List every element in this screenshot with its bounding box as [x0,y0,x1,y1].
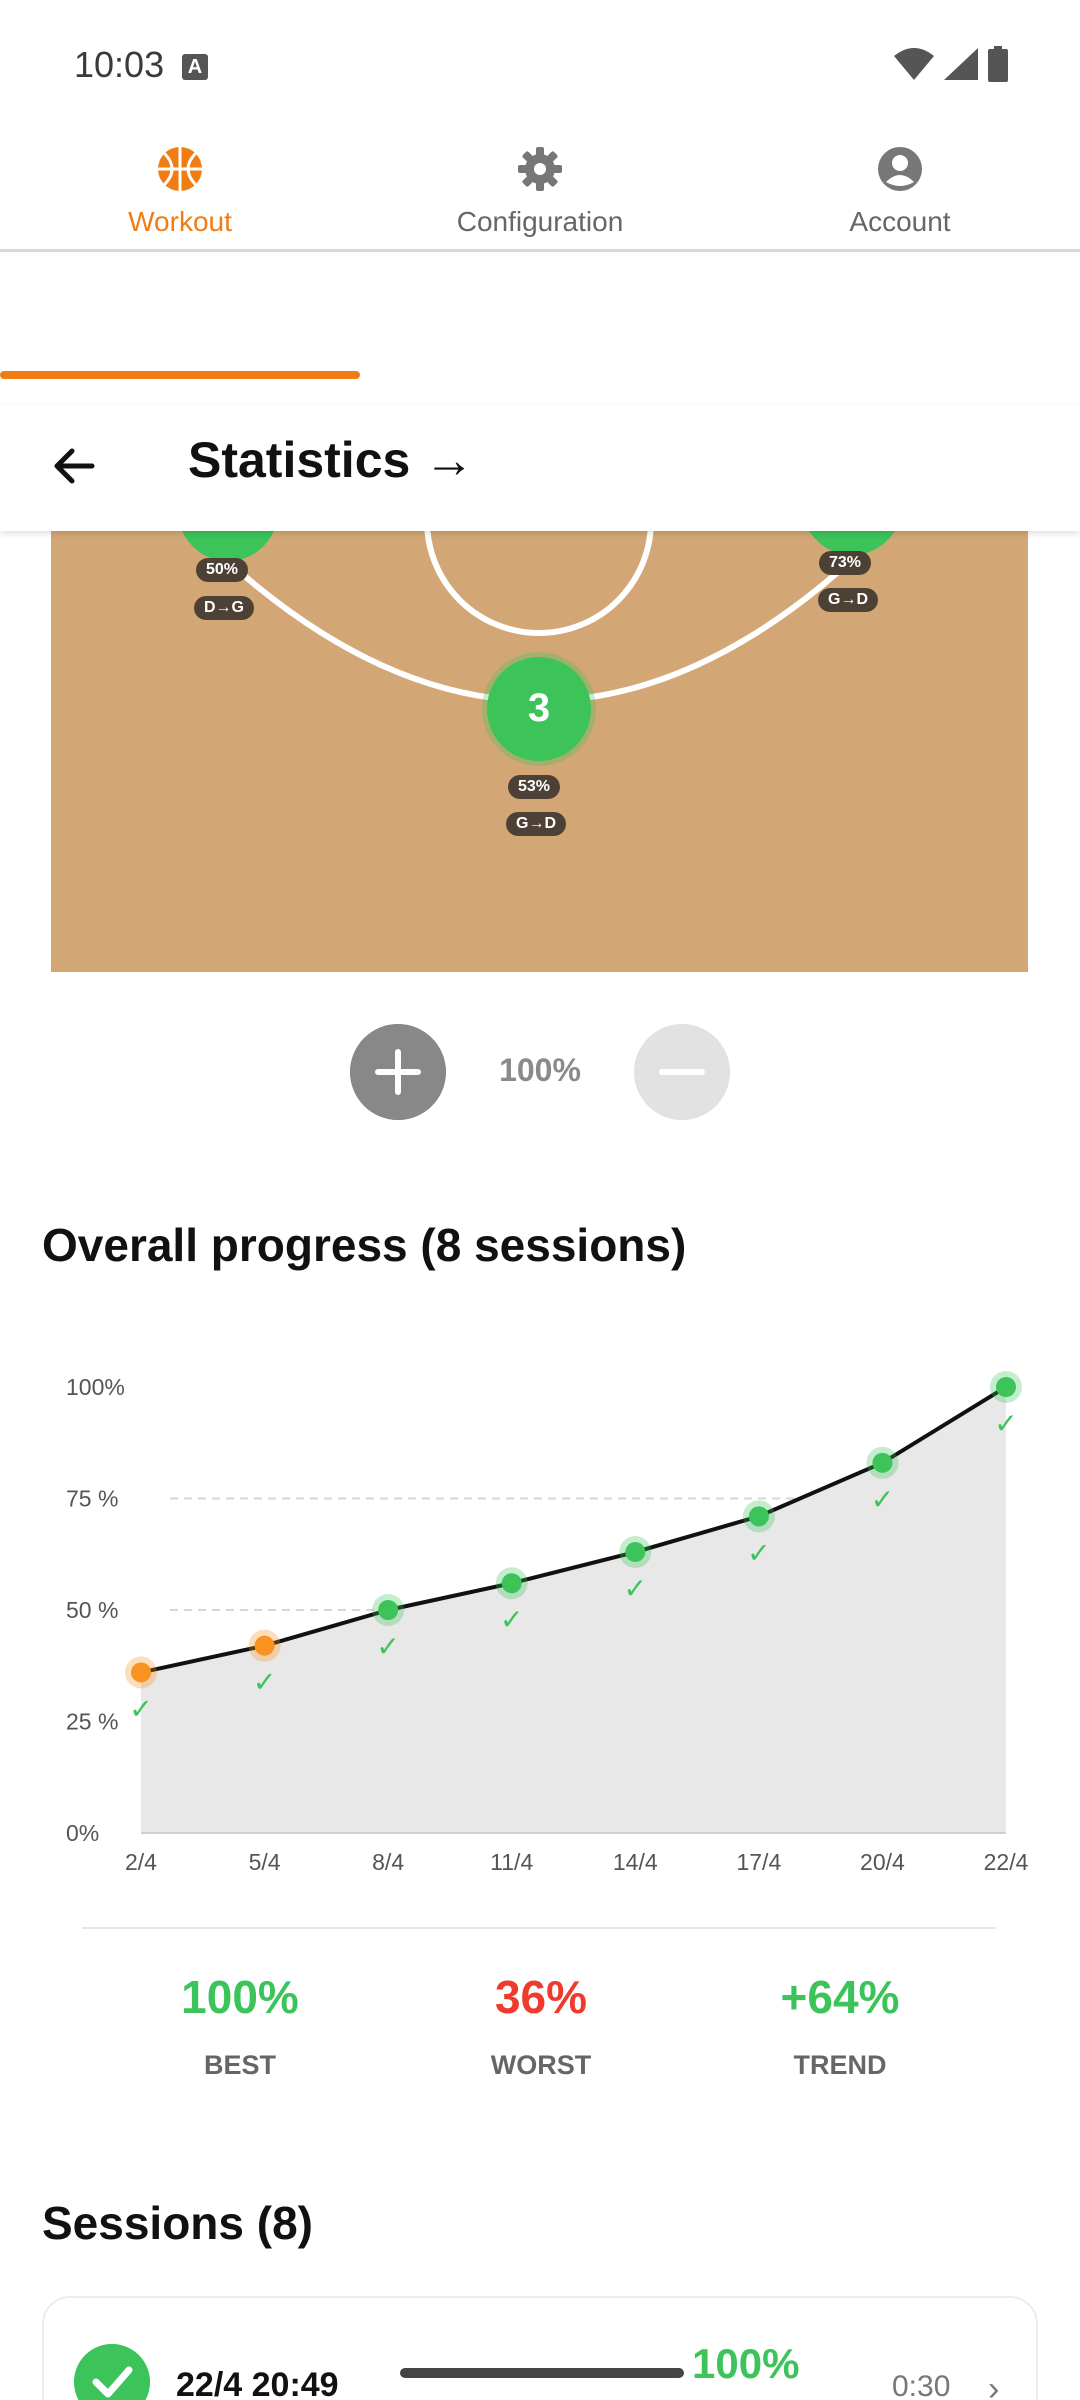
status-bar: 10:03 A [0,0,1080,130]
session-duration: 0:30 [892,2370,951,2400]
stat-best: 100% BEST [90,1970,390,2081]
spot-direction-badge: G→D [818,588,878,612]
checkmark-icon [74,2344,150,2400]
y-tick-label: 75 % [66,1486,118,1512]
spot-direction-badge: G→D [506,812,566,836]
statistics-header: Statistics → [0,405,1080,531]
y-tick-label: 0% [66,1820,99,1846]
x-tick-label: 22/4 [984,1849,1029,1875]
stat-worst: 36% WORST [391,1970,691,2081]
stat-label: WORST [490,2050,592,2080]
stat-value: 36% [494,1971,588,2023]
success-check-mark: ✓ [624,1572,647,1605]
x-tick-label: 17/4 [736,1849,781,1875]
notification-icon: A [182,54,208,80]
account-circle-icon [878,147,922,191]
x-tick-label: 11/4 [490,1849,533,1875]
success-check-mark: ✓ [994,1407,1017,1440]
basketball-icon [158,147,202,191]
spot-percent-badge: 73% [819,551,872,575]
progress-chart-svg: 0% 25 % 50 % 75 % 100% ✓ 2/4 ✓ 5/4 ✓ 8/4 ✓ 11/4 ✓ 14/4… [66,1371,1029,1875]
data-point [996,1377,1016,1397]
status-time: 10:03 [74,44,165,85]
y-tick-label: 25 % [66,1709,118,1735]
x-tick-label: 5/4 [249,1849,281,1875]
top-tab-bar: Workout Configuration Account [0,130,1080,379]
stat-value: +64% [780,1971,900,2023]
session-progress-bar [400,2368,684,2378]
data-point [131,1662,151,1683]
success-check-mark: ✓ [376,1630,399,1663]
success-check-mark: ✓ [500,1603,523,1636]
data-point [378,1600,399,1620]
active-tab-indicator [0,371,360,379]
session-date: 22/4 20:49 [176,2366,339,2400]
zoom-out-button[interactable] [634,1024,730,1120]
success-check-mark: ✓ [871,1483,894,1516]
chevron-right-icon[interactable]: › [988,2370,999,2400]
success-check-mark: ✓ [253,1666,276,1699]
data-point [254,1635,275,1656]
wifi-icon [894,48,934,80]
page-title: Statistics → [188,432,475,488]
tab-configuration[interactable]: Configuration [360,130,720,252]
spot-direction-badge: D→G [194,596,254,620]
zoom-in-button[interactable] [350,1024,446,1120]
data-point [872,1452,893,1473]
stat-value: 100% [181,1971,299,2023]
court-lines [178,531,895,766]
sessions-title: Sessions (8) [42,2197,313,2249]
x-tick-label: 20/4 [860,1849,905,1875]
shot-spot-marker[interactable] [178,531,278,561]
progress-title: Overall progress (8 sessions) [42,1219,687,1271]
data-point [625,1542,646,1563]
spot-percent-badge: 53% [508,775,561,799]
spot-number: 3 [527,686,551,730]
tab-label: Account [849,206,951,237]
gear-icon [518,147,562,191]
system-icons [894,46,1008,82]
stat-label: TREND [793,2050,887,2080]
spot-percent-badge: 50% [196,558,249,582]
data-point [501,1573,522,1594]
back-arrow-icon[interactable] [44,435,106,497]
tab-label: Configuration [456,206,624,237]
data-point [748,1506,769,1527]
battery-icon [988,46,1008,82]
signal-icon [944,48,978,80]
x-tick-label: 2/4 [125,1849,157,1875]
x-tick-label: 14/4 [613,1849,658,1875]
session-card[interactable]: 22/4 20:49 100% 0:30 › [42,2296,1038,2400]
y-tick-label: 100% [66,1374,125,1400]
stat-label: BEST [203,2050,276,2080]
progress-chart: 0% 25 % 50 % 75 % 100% ✓ 2/4 ✓ 5/4 ✓ 8/4 ✓ 11/4 ✓ 14/4… [0,1330,1080,1900]
tab-account[interactable]: Account [720,130,1080,252]
session-percent: 100% [692,2340,800,2387]
x-tick-label: 8/4 [372,1849,404,1875]
tab-label: Workout [128,206,232,237]
zoom-level: 100% [499,1052,581,1088]
tab-workout[interactable]: Workout [0,130,360,252]
success-check-mark: ✓ [129,1692,152,1725]
divider [82,1927,996,1929]
court-map[interactable]: 50% D→G 73% G→D 3 53% G→D [51,531,1028,972]
stat-trend: +64% TREND [690,1970,990,2081]
y-tick-label: 50 % [66,1597,118,1623]
success-check-mark: ✓ [747,1536,770,1569]
